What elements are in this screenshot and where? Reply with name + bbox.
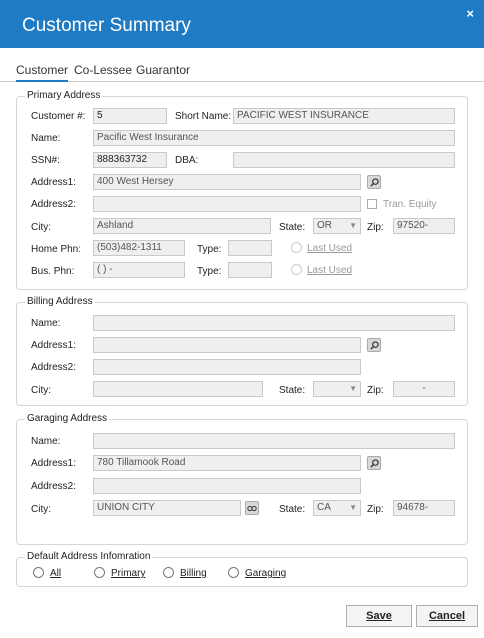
dba-field[interactable] [233, 152, 455, 168]
billing-state-label: State: [279, 385, 306, 396]
bus-phone-field[interactable]: ( ) - [93, 262, 185, 278]
zip-label: Zip: [367, 222, 384, 233]
state-value: OR [317, 220, 332, 231]
home-last-used-label: Last Used [307, 243, 353, 254]
tab-co-lessee[interactable]: Co-Lessee [74, 63, 132, 77]
short-name-field[interactable]: PACIFIC WEST INSURANCE [233, 108, 455, 124]
save-button[interactable]: Save [346, 605, 412, 627]
tran-equity-checkbox[interactable] [367, 199, 377, 209]
home-type-label: Type: [197, 244, 222, 255]
customer-no-field[interactable]: 5 [93, 108, 167, 124]
short-name-label: Short Name: [175, 111, 232, 122]
garaging-name-label: Name: [31, 436, 61, 447]
billing-address-title: Billing Address [25, 296, 95, 307]
billing-zip-label: Zip: [367, 385, 384, 396]
primary-address-title: Primary Address [25, 90, 103, 101]
home-phone-label: Home Phn: [31, 244, 82, 255]
chevron-down-icon: ▼ [349, 384, 357, 393]
window-title: Customer Summary [22, 15, 191, 36]
bus-type-field[interactable] [228, 262, 272, 278]
garaging-state-select[interactable]: CA ▼ [313, 500, 361, 516]
default-address-group: Default Address Infomration All Primary … [16, 551, 468, 587]
garaging-address-title: Garaging Address [25, 413, 110, 424]
billing-zip-field[interactable]: - [393, 381, 455, 397]
default-billing-label: Billing [180, 568, 207, 579]
billing-address2-field[interactable] [93, 359, 361, 375]
chevron-down-icon: ▼ [349, 221, 357, 230]
search-icon[interactable] [367, 456, 381, 470]
default-garaging-label: Garaging [245, 568, 287, 579]
city-label: City: [31, 222, 51, 233]
bus-last-used-radio[interactable] [291, 264, 302, 275]
search-icon[interactable] [367, 338, 381, 352]
default-primary-label: Primary [111, 568, 146, 579]
bus-phone-label: Bus. Phn: [31, 266, 75, 277]
close-icon[interactable]: × [466, 6, 474, 21]
billing-address-group: Billing Address Name: Address1: Address2… [16, 296, 468, 406]
bus-type-label: Type: [197, 266, 222, 277]
default-garaging-radio[interactable] [228, 567, 239, 578]
default-address-title: Default Address Infomration [25, 551, 153, 562]
default-primary-radio[interactable] [94, 567, 105, 578]
billing-city-label: City: [31, 385, 51, 396]
customer-no-label: Customer #: [31, 111, 86, 122]
default-billing-radio[interactable] [163, 567, 174, 578]
primary-address-group: Primary Address Customer #: 5 Short Name… [16, 90, 468, 290]
home-phone-field[interactable]: (503)482-1311 [93, 240, 185, 256]
garaging-address2-field[interactable] [93, 478, 361, 494]
search-icon[interactable] [367, 175, 381, 189]
zip-field[interactable]: 97520- [393, 218, 455, 234]
garaging-zip-label: Zip: [367, 504, 384, 515]
tab-customer[interactable]: Customer [16, 63, 69, 82]
cancel-button[interactable]: Cancel [416, 605, 478, 627]
tab-bar: Customer Co-Lessee Guarantor [0, 60, 484, 82]
address2-label: Address2: [31, 199, 77, 210]
bus-last-used-label: Last Used [307, 265, 353, 276]
city-field[interactable]: Ashland [93, 218, 271, 234]
state-label: State: [279, 222, 306, 233]
ssn-label: SSN#: [31, 155, 60, 166]
billing-address1-field[interactable] [93, 337, 361, 353]
address1-label: Address1: [31, 177, 77, 188]
garaging-state-label: State: [279, 504, 306, 515]
billing-city-field[interactable] [93, 381, 263, 397]
tran-equity-label: Tran. Equity [383, 199, 437, 210]
dba-label: DBA: [175, 155, 199, 166]
garaging-address2-label: Address2: [31, 481, 77, 492]
garaging-city-field[interactable]: UNION CITY [93, 500, 241, 516]
default-all-radio[interactable] [33, 567, 44, 578]
ssn-field[interactable]: 888363732 [93, 152, 167, 168]
garaging-state-value: CA [317, 502, 331, 513]
garaging-address-group: Garaging Address Name: Address1: 780 Til… [16, 413, 468, 545]
state-select[interactable]: OR ▼ [313, 218, 361, 234]
billing-state-select[interactable]: ▼ [313, 381, 361, 397]
name-label: Name: [31, 133, 61, 144]
title-bar: Customer Summary × [0, 0, 484, 48]
chevron-down-icon: ▼ [349, 503, 357, 512]
billing-address2-label: Address2: [31, 362, 77, 373]
garaging-address1-field[interactable]: 780 Tillamook Road [93, 455, 361, 471]
name-field[interactable]: Pacific West Insurance [93, 130, 455, 146]
home-type-field[interactable] [228, 240, 272, 256]
default-all-label: All [50, 568, 62, 579]
lookup-icon[interactable] [245, 501, 259, 515]
garaging-city-label: City: [31, 504, 51, 515]
garaging-zip-field[interactable]: 94678- [393, 500, 455, 516]
garaging-name-field[interactable] [93, 433, 455, 449]
address2-field[interactable] [93, 196, 361, 212]
billing-name-field[interactable] [93, 315, 455, 331]
address1-field[interactable]: 400 West Hersey [93, 174, 361, 190]
tab-guarantor[interactable]: Guarantor [136, 63, 190, 77]
home-last-used-radio[interactable] [291, 242, 302, 253]
billing-name-label: Name: [31, 318, 61, 329]
garaging-address1-label: Address1: [31, 458, 77, 469]
billing-address1-label: Address1: [31, 340, 77, 351]
